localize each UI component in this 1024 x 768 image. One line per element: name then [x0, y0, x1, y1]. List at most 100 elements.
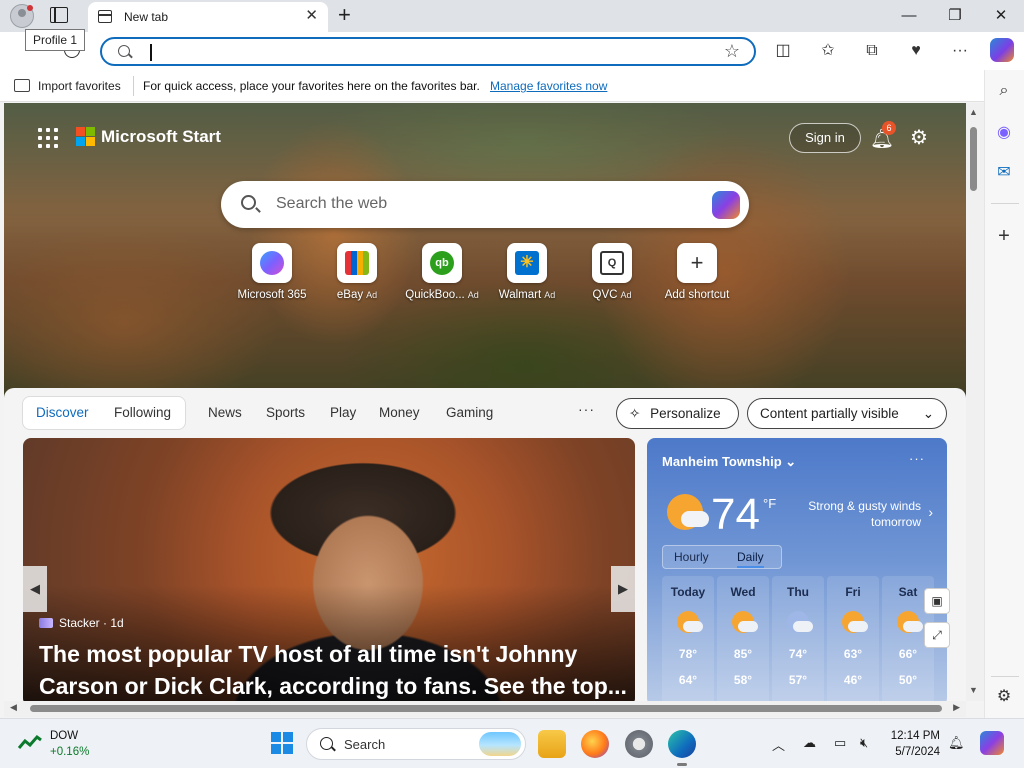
import-favorites-button[interactable]: Import favorites — [38, 79, 121, 93]
windows-start-icon[interactable] — [271, 732, 293, 754]
temperature-unit[interactable]: °F — [763, 496, 776, 511]
scrollbar-thumb[interactable] — [30, 705, 942, 712]
story-source-label: Stacker · 1d — [59, 616, 124, 630]
web-search-box[interactable]: Search the web — [221, 181, 749, 228]
volume-muted-icon[interactable]: 🔇︎ — [860, 735, 868, 751]
shortcut-walmart[interactable]: ✳ Walmart Ad — [487, 243, 567, 301]
image-feedback-icon[interactable]: ▣ — [924, 588, 950, 614]
tab-new-tab[interactable]: New tab ✕ — [88, 2, 328, 32]
tab-hourly[interactable]: Hourly — [674, 550, 709, 564]
tab-actions-icon[interactable] — [50, 7, 68, 23]
nav-news[interactable]: News — [208, 405, 242, 420]
tab-daily[interactable]: Daily — [737, 550, 764, 568]
more-menu-icon[interactable]: ··· — [949, 40, 971, 62]
network-icon[interactable]: ☁ — [803, 735, 816, 751]
shortcut-microsoft-365[interactable]: Microsoft 365 — [232, 243, 312, 301]
forecast-day[interactable]: Fri 63° 46° — [827, 576, 879, 701]
weather-more-icon[interactable]: ··· — [909, 451, 925, 466]
profile-avatar-icon — [18, 9, 26, 17]
personalize-button[interactable]: ✧ Personalize — [616, 398, 739, 429]
system-clock[interactable]: 12:14 PM 5/7/2024 — [884, 728, 940, 760]
split-screen-icon[interactable]: ◫ — [772, 40, 794, 62]
content-visibility-label: Content partially visible — [760, 406, 899, 421]
settings-gear-icon[interactable] — [625, 730, 653, 758]
scroll-down-icon[interactable]: ▼ — [969, 685, 978, 695]
content-visibility-dropdown[interactable]: Content partially visible ⌄ — [747, 398, 947, 429]
favorites-icon[interactable]: ✩ — [817, 40, 839, 62]
notification-center-icon[interactable]: 🔔︎ — [948, 735, 965, 751]
firefox-icon[interactable] — [581, 730, 609, 758]
app-launcher-icon[interactable] — [38, 128, 58, 148]
weather-location[interactable]: Manheim Township ⌄ — [662, 454, 796, 470]
tab-following[interactable]: Following — [114, 405, 171, 420]
scrollbar-thumb[interactable] — [970, 127, 977, 191]
copilot-search-icon[interactable] — [712, 191, 740, 219]
shortcut-quickbooks[interactable]: qb QuickBoo... Ad — [402, 243, 482, 301]
copilot-taskbar-icon[interactable] — [980, 731, 1004, 755]
carousel-next-icon[interactable]: ▶ — [611, 566, 635, 612]
weather-condition[interactable]: Strong & gusty winds tomorrow — [807, 498, 921, 530]
ad-label: Ad — [467, 290, 479, 300]
manage-favorites-link[interactable]: Manage favorites now — [490, 79, 607, 93]
stock-chart-icon[interactable] — [18, 734, 42, 750]
import-favorites-icon[interactable] — [14, 79, 30, 92]
close-tab-icon[interactable]: ✕ — [305, 8, 318, 24]
nav-more-icon[interactable]: ··· — [578, 401, 595, 417]
close-window-icon[interactable]: ✕ — [978, 5, 1024, 27]
rain-cloud-icon — [787, 611, 813, 633]
nav-play[interactable]: Play — [330, 405, 356, 420]
ad-label: Ad — [544, 290, 556, 300]
sidebar-add-icon[interactable]: + — [993, 225, 1015, 247]
tray-overflow-icon[interactable]: ︿ — [772, 735, 785, 754]
taskbar-search[interactable]: Search — [306, 728, 526, 760]
scroll-up-icon[interactable]: ▲ — [969, 107, 978, 117]
sidebar-settings-icon[interactable]: ⚙ — [993, 686, 1015, 708]
carousel-prev-icon[interactable]: ◀ — [23, 566, 47, 612]
expand-icon[interactable]: ⤢ — [924, 622, 950, 648]
restore-icon[interactable]: ❐ — [932, 5, 978, 27]
feed-nav-bar: Discover Following News Sports Play Mone… — [4, 388, 966, 438]
shortcut-ebay[interactable]: eBay Ad — [317, 243, 397, 301]
weather-card[interactable]: Manheim Township ⌄ ··· 74 °F Strong & gu… — [647, 438, 947, 701]
stock-name[interactable]: DOW — [50, 730, 78, 742]
display-icon[interactable]: ▭ — [834, 735, 846, 751]
shortcut-qvc[interactable]: Q QVC Ad — [572, 243, 652, 301]
page-settings-icon[interactable]: ⚙ — [910, 125, 928, 150]
minimize-icon[interactable]: — — [886, 5, 932, 27]
edge-browser-icon[interactable] — [668, 730, 696, 766]
profile-alert-dot — [27, 5, 33, 11]
sidebar-outlook-icon[interactable]: ✉ — [993, 162, 1015, 184]
sidebar-search-icon[interactable]: ⌕ — [993, 80, 1015, 102]
top-story-card[interactable]: ◀ ▶ Stacker · 1d The most popular TV hos… — [23, 438, 635, 701]
clock-time: 12:14 PM — [890, 730, 940, 742]
vertical-scrollbar[interactable]: ▲ ▼ — [966, 103, 984, 701]
file-explorer-icon[interactable] — [538, 730, 566, 758]
new-tab-plus-icon[interactable]: + — [338, 3, 351, 27]
forecast-day[interactable]: Thu 74° 57° — [772, 576, 824, 701]
chevron-right-icon[interactable]: › — [928, 504, 933, 520]
story-headline[interactable]: The most popular TV host of all time isn… — [39, 638, 629, 701]
favorite-star-icon[interactable]: ☆ — [724, 41, 740, 62]
story-source[interactable]: Stacker · 1d — [39, 616, 124, 630]
nav-sports[interactable]: Sports — [266, 405, 305, 420]
brand-title[interactable]: Microsoft Start — [101, 127, 221, 147]
scroll-right-icon[interactable]: ▶ — [953, 702, 960, 713]
browser-essentials-icon[interactable]: ♥ — [905, 40, 927, 62]
forecast-day[interactable]: Today 78° 64° — [662, 576, 714, 701]
profile-button[interactable] — [10, 4, 34, 28]
address-bar[interactable]: ☆ — [100, 37, 756, 66]
nav-money[interactable]: Money — [379, 405, 420, 420]
collections-icon[interactable]: ⧉ — [861, 40, 883, 62]
horizontal-scrollbar[interactable]: ◀ ▶ — [4, 701, 966, 717]
sign-in-button[interactable]: Sign in — [789, 123, 861, 153]
forecast-day[interactable]: Wed 85° 58° — [717, 576, 769, 701]
scroll-left-icon[interactable]: ◀ — [10, 702, 17, 713]
tab-discover[interactable]: Discover — [36, 405, 89, 420]
sidebar-m365-icon[interactable]: ◉ — [993, 122, 1015, 144]
shortcut-add[interactable]: + Add shortcut — [657, 243, 737, 301]
chevron-down-icon: ⌄ — [785, 454, 797, 469]
stock-change[interactable]: +0.16% — [50, 746, 89, 758]
partly-cloudy-icon — [732, 611, 758, 633]
nav-gaming[interactable]: Gaming — [446, 405, 493, 420]
copilot-icon[interactable] — [990, 38, 1014, 62]
